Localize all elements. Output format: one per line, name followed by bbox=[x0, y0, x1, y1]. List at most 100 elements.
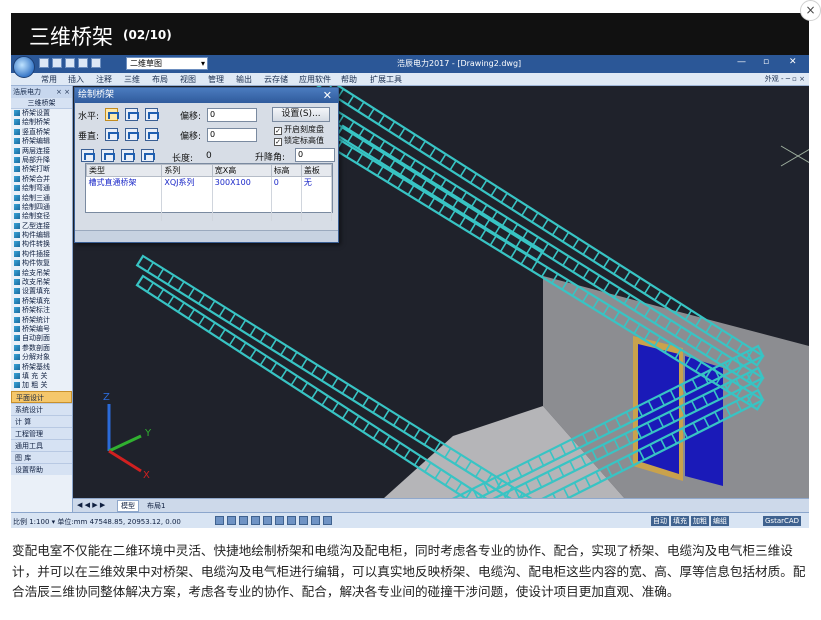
palette-item[interactable]: 填 充 关 bbox=[11, 372, 72, 381]
close-window-button[interactable]: ✕ bbox=[789, 57, 797, 67]
tray-rung bbox=[367, 108, 375, 119]
ortho-icon[interactable] bbox=[239, 516, 248, 525]
polar-icon[interactable] bbox=[251, 516, 260, 525]
tray-tool-2-icon[interactable] bbox=[101, 149, 115, 162]
palette-item[interactable]: 桥架编辑 bbox=[11, 137, 72, 146]
dialog-close-icon[interactable]: ✕ bbox=[323, 88, 332, 103]
palette-item[interactable]: 桥架合并 bbox=[11, 175, 72, 184]
tray-tool-1-icon[interactable] bbox=[81, 149, 95, 162]
align-right-icon[interactable] bbox=[145, 108, 159, 121]
palette-close-icon[interactable]: × × bbox=[56, 86, 70, 98]
menu-item-cloud[interactable]: 云存储 bbox=[264, 74, 288, 85]
workspace-icon[interactable] bbox=[323, 516, 332, 525]
annotation-icon[interactable] bbox=[311, 516, 320, 525]
minimize-button[interactable]: — bbox=[737, 57, 746, 67]
palette-button[interactable]: 通用工具 bbox=[11, 438, 72, 451]
palette-item[interactable]: 桥架编号 bbox=[11, 325, 72, 334]
status-fill-button[interactable]: 填充 bbox=[671, 516, 689, 526]
palette-item[interactable]: 绘制三通 bbox=[11, 194, 72, 203]
palette-item[interactable]: 加 粗 关 bbox=[11, 381, 72, 390]
menu-item-output[interactable]: 输出 bbox=[236, 74, 252, 85]
model-icon[interactable] bbox=[299, 516, 308, 525]
status-bold-button[interactable]: 加粗 bbox=[691, 516, 709, 526]
palette-item[interactable]: 构件恢复 bbox=[11, 259, 72, 268]
palette-item[interactable]: 局部升降 bbox=[11, 156, 72, 165]
palette-item[interactable]: 竖直桥架 bbox=[11, 128, 72, 137]
palette-button[interactable]: 设置帮助 bbox=[11, 462, 72, 475]
palette-item[interactable]: 分解对象 bbox=[11, 353, 72, 362]
undo-icon[interactable] bbox=[78, 58, 88, 68]
palette-item[interactable]: 两层连接 bbox=[11, 147, 72, 156]
palette-item[interactable]: 绘制弯通 bbox=[11, 184, 72, 193]
osnap-icon[interactable] bbox=[263, 516, 272, 525]
palette-section-title[interactable]: 三维桥架 bbox=[11, 98, 72, 109]
align-bottom-icon[interactable] bbox=[145, 128, 159, 141]
appearance-controls[interactable]: 外观 - ─ ▫ × bbox=[765, 74, 805, 84]
palette-item[interactable]: 桥架设置 bbox=[11, 109, 72, 118]
offset-input-1[interactable]: 0 bbox=[207, 108, 257, 122]
menu-item-insert[interactable]: 插入 bbox=[68, 74, 84, 85]
menu-item-help[interactable]: 帮助 bbox=[341, 74, 357, 85]
tab-model[interactable]: 模型 bbox=[117, 500, 139, 512]
lineweight-icon[interactable] bbox=[287, 516, 296, 525]
maximize-button[interactable]: ▫ bbox=[763, 57, 769, 67]
palette-item[interactable]: 构件插接 bbox=[11, 250, 72, 259]
palette-item[interactable]: 绘制桥架 bbox=[11, 118, 72, 127]
offset-input-2[interactable]: 0 bbox=[207, 128, 257, 142]
palette-button[interactable]: 系统设计 bbox=[11, 402, 72, 415]
close-icon[interactable]: × bbox=[800, 0, 821, 21]
palette-item[interactable]: 绘制四通 bbox=[11, 203, 72, 212]
palette-button[interactable]: 计 算 bbox=[11, 414, 72, 427]
palette-item[interactable]: 桥架统计 bbox=[11, 316, 72, 325]
menu-item-manage[interactable]: 管理 bbox=[208, 74, 224, 85]
status-group-button[interactable]: 编组 bbox=[711, 516, 729, 526]
palette-item[interactable]: 构件转换 bbox=[11, 240, 72, 249]
menu-item-view[interactable]: 视图 bbox=[180, 74, 196, 85]
palette-item[interactable]: 桥架打断 bbox=[11, 165, 72, 174]
new-file-icon[interactable] bbox=[39, 58, 49, 68]
status-brand-button[interactable]: GstarCAD bbox=[763, 516, 802, 526]
palette-item[interactable]: 自动剖面 bbox=[11, 334, 72, 343]
palette-item[interactable]: 改支吊架 bbox=[11, 278, 72, 287]
palette-item[interactable]: 构件编辑 bbox=[11, 231, 72, 240]
tab-layout1[interactable]: 布局1 bbox=[147, 501, 165, 511]
align-middle-icon[interactable] bbox=[125, 128, 139, 141]
save-icon[interactable] bbox=[65, 58, 75, 68]
menu-item-layout[interactable]: 布局 bbox=[152, 74, 168, 85]
settings-button[interactable]: 设置(S)... bbox=[272, 107, 330, 122]
palette-button[interactable]: 工程管理 bbox=[11, 426, 72, 439]
palette-item[interactable]: 桥架标注 bbox=[11, 306, 72, 315]
menu-item-home[interactable]: 常用 bbox=[41, 74, 57, 85]
menu-item-extensions[interactable]: 扩展工具 bbox=[370, 74, 402, 85]
dial-checkbox[interactable]: ✓ 开启刻度盘 bbox=[274, 124, 324, 135]
lock-elevation-checkbox[interactable]: ✓ 锁定标高值 bbox=[274, 135, 324, 146]
open-file-icon[interactable] bbox=[52, 58, 62, 68]
align-left-icon[interactable] bbox=[105, 108, 119, 121]
tab-nav-arrows[interactable]: ◀ ◀ ▶ ▶ bbox=[77, 501, 105, 509]
palette-button[interactable]: 平面设计 bbox=[11, 390, 72, 403]
palette-item[interactable]: 设置填充 bbox=[11, 287, 72, 296]
align-top-icon[interactable] bbox=[105, 128, 119, 141]
lift-angle-input[interactable]: 0 bbox=[295, 148, 335, 162]
palette-item[interactable]: 桥架填充 bbox=[11, 297, 72, 306]
brush-icon[interactable] bbox=[141, 149, 155, 162]
otrack-icon[interactable] bbox=[275, 516, 284, 525]
palette-item[interactable]: 绘支吊架 bbox=[11, 269, 72, 278]
palette-item[interactable]: 乙型连接 bbox=[11, 222, 72, 231]
redo-icon[interactable] bbox=[91, 58, 101, 68]
table-row[interactable]: 槽式直通桥架 XQJ系列 300X100 0 无 bbox=[86, 176, 333, 188]
workspace-select[interactable]: 二维草图 bbox=[126, 57, 208, 70]
app-menu-button[interactable] bbox=[13, 56, 35, 78]
menu-item-annotate[interactable]: 注释 bbox=[96, 74, 112, 85]
status-auto-button[interactable]: 自动 bbox=[651, 516, 669, 526]
palette-item[interactable]: 桥架基线 bbox=[11, 363, 72, 372]
menu-item-3d[interactable]: 三维 bbox=[124, 74, 140, 85]
snap-icon[interactable] bbox=[215, 516, 224, 525]
grid-icon[interactable] bbox=[227, 516, 236, 525]
align-center-icon[interactable] bbox=[125, 108, 139, 121]
palette-item[interactable]: 参数剖面 bbox=[11, 344, 72, 353]
menu-item-apps[interactable]: 应用软件 bbox=[299, 74, 331, 85]
palette-button[interactable]: 图 库 bbox=[11, 450, 72, 463]
tray-tool-3-icon[interactable] bbox=[121, 149, 135, 162]
palette-item[interactable]: 绘制变径 bbox=[11, 212, 72, 221]
